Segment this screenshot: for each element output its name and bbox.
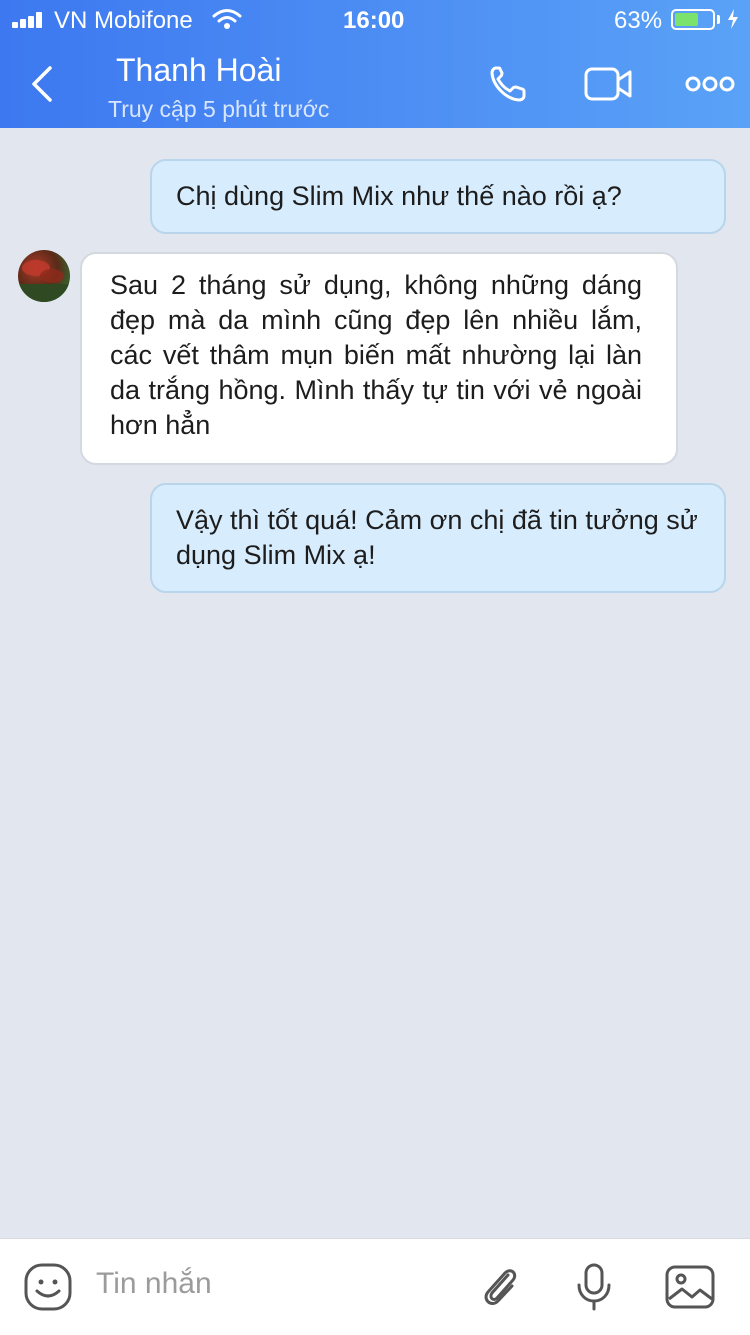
microphone-icon xyxy=(577,1263,611,1311)
battery-level xyxy=(675,13,698,26)
signal-strength-icon xyxy=(12,12,48,28)
sticker-button[interactable] xyxy=(22,1261,74,1313)
video-call-button[interactable] xyxy=(580,60,636,108)
avatar[interactable] xyxy=(18,250,70,302)
sticker-face-icon xyxy=(24,1263,72,1311)
chat-area[interactable]: Chị dùng Slim Mix như thế nào rồi ạ? Sau… xyxy=(0,128,750,1238)
message-input[interactable]: Tin nhắn xyxy=(96,1267,212,1301)
message-bubble-outgoing[interactable]: Chị dùng Slim Mix như thế nào rồi ạ? xyxy=(150,159,726,234)
battery-cap xyxy=(717,15,720,24)
battery-icon xyxy=(671,9,715,30)
charging-icon xyxy=(728,9,738,29)
avatar-image xyxy=(18,260,70,302)
more-options-button[interactable] xyxy=(682,60,738,108)
send-image-button[interactable] xyxy=(664,1261,716,1313)
carrier-name: VN Mobifone xyxy=(54,7,193,34)
message-bubble-outgoing[interactable]: Vậy thì tốt quá! Cảm ơn chị đã tin tưởng… xyxy=(150,483,726,593)
image-icon xyxy=(665,1265,715,1309)
message-bubble-incoming[interactable]: Sau 2 tháng sử dụng, không những dáng đẹ… xyxy=(80,252,678,465)
chevron-left-icon xyxy=(32,66,52,102)
status-bar: VN Mobifone 16:00 63% xyxy=(0,0,750,40)
message-composer: Tin nhắn xyxy=(0,1238,750,1335)
video-camera-icon xyxy=(584,67,632,101)
voice-call-button[interactable] xyxy=(484,60,540,108)
status-time: 16:00 xyxy=(343,7,405,34)
more-dots-icon xyxy=(685,76,735,92)
paperclip-icon xyxy=(484,1269,517,1306)
voice-message-button[interactable] xyxy=(568,1261,620,1313)
last-seen-status: Truy cập 5 phút trước xyxy=(108,96,330,122)
back-button[interactable] xyxy=(22,60,66,108)
attach-button[interactable] xyxy=(474,1261,526,1313)
battery-percent: 63% xyxy=(614,7,663,34)
chat-header: VN Mobifone 16:00 63% Thanh Hoài Truy cậ… xyxy=(0,0,750,128)
contact-name[interactable]: Thanh Hoài xyxy=(116,52,281,89)
wifi-icon xyxy=(212,9,242,29)
phone-icon xyxy=(490,66,526,102)
